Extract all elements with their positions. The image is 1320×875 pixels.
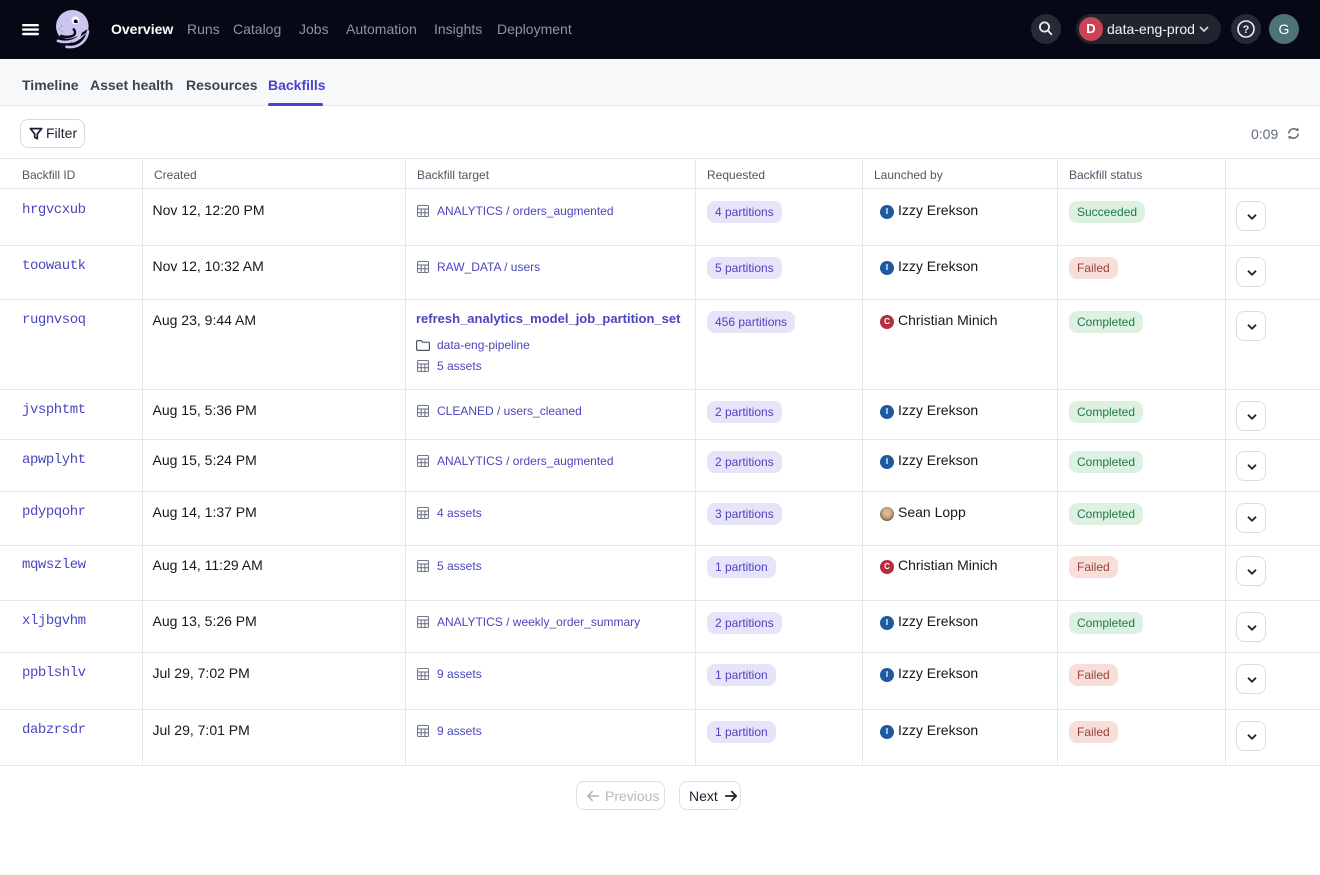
svg-text:?: ? [1243,24,1250,36]
